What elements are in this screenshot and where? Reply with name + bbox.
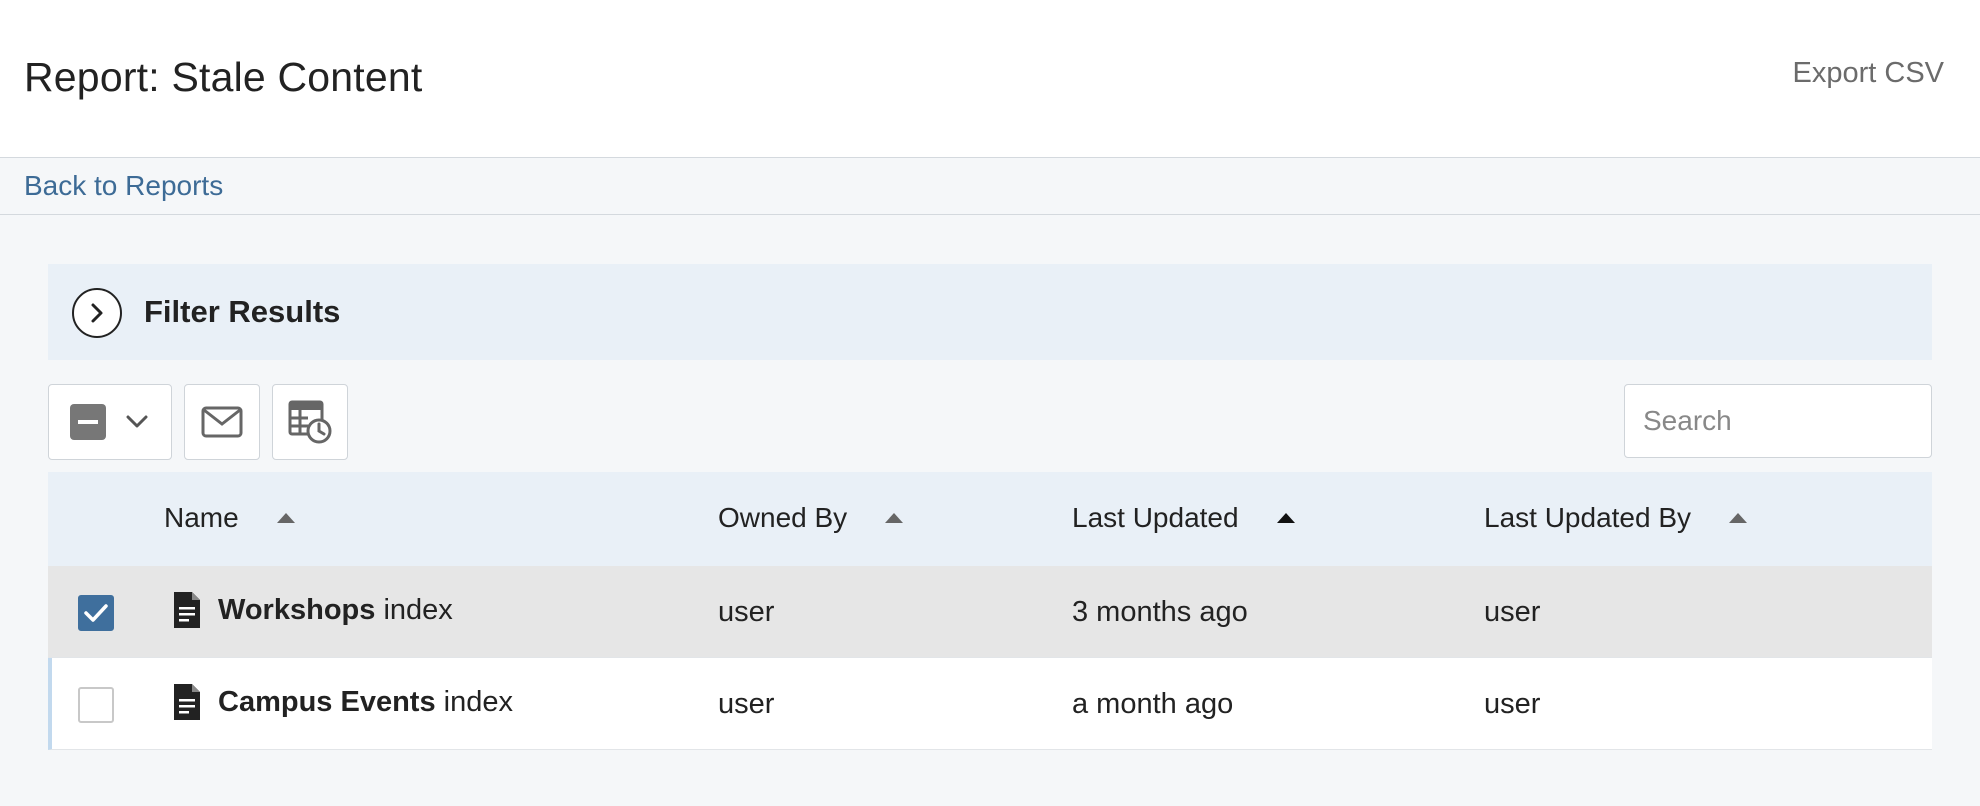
row-owned-by: user [718,596,775,628]
bulk-select-dropdown[interactable] [48,384,172,460]
table-row[interactable]: Workshops index user 3 months ago user [48,566,1932,658]
row-name-link[interactable]: Workshops index [218,594,453,627]
row-owned-by: user [718,688,775,720]
column-header-label: Name [164,502,239,533]
back-to-reports-link[interactable]: Back to Reports [24,170,223,202]
row-name-bold: Workshops [218,594,376,626]
filter-expand-button[interactable] [72,288,122,338]
row-checkbox[interactable] [78,595,114,631]
page-title: Report: Stale Content [24,54,423,100]
export-csv-link[interactable]: Export CSV [1793,57,1945,90]
row-last-updated-by: user [1484,596,1541,628]
column-header-last-updated-by[interactable]: Last Updated By [1484,502,1748,534]
sort-up-icon [885,513,904,523]
sort-up-icon [276,513,295,523]
chevron-down-icon [126,415,148,428]
column-header-name[interactable]: Name [164,502,295,534]
table-row[interactable]: Campus Events index user a month ago use… [48,658,1932,750]
results-table: Name Owned By Last Updated Last Updated … [48,472,1932,750]
document-icon [174,592,200,628]
schedule-table-icon [288,400,332,444]
page-header: Report: Stale Content Export CSV [0,0,1980,158]
column-header-label: Owned By [718,502,848,533]
row-checkbox[interactable] [78,687,114,723]
subnav: Back to Reports [0,158,1980,215]
row-name-suffix: index [435,686,513,718]
column-header-label: Last Updated By [1484,502,1692,533]
minus-checkbox-icon [70,404,106,440]
filter-results-label: Filter Results [144,294,341,329]
row-name-suffix: index [375,594,453,626]
column-header-owned-by[interactable]: Owned By [718,502,904,534]
sort-up-icon [1276,513,1295,523]
search-input[interactable] [1624,384,1932,458]
column-header-label: Last Updated [1072,502,1239,533]
envelope-icon [201,406,243,438]
column-header-last-updated[interactable]: Last Updated [1072,502,1295,534]
row-name-bold: Campus Events [218,686,436,718]
sort-up-icon [1729,513,1748,523]
schedule-report-button[interactable] [272,384,348,460]
email-button[interactable] [184,384,260,460]
row-last-updated: a month ago [1072,688,1234,720]
row-last-updated: 3 months ago [1072,596,1248,628]
row-last-updated-by: user [1484,688,1541,720]
chevron-right-icon [91,303,103,323]
table-header: Name Owned By Last Updated Last Updated … [48,472,1932,566]
row-name-link[interactable]: Campus Events index [218,686,513,719]
checkmark-icon [84,604,108,622]
filter-results-panel[interactable]: Filter Results [48,264,1932,360]
document-icon [174,684,200,720]
